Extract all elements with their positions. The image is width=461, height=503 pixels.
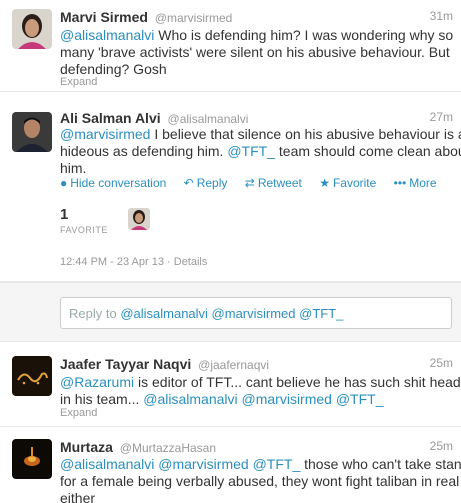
favoriter-avatar[interactable] <box>128 208 150 230</box>
tweet-marvi-sirmed[interactable]: Marvi Sirmed @marvisirmed 31m @alisalman… <box>0 0 461 92</box>
separator: · <box>167 256 174 268</box>
reply-icon: ↶ <box>183 176 194 190</box>
tweet-time[interactable]: 31m <box>430 9 453 23</box>
favorite-count[interactable]: 1 <box>60 206 260 223</box>
author-name[interactable]: Jaafer Tayyar Naqvi <box>60 356 191 372</box>
tweet-text-segment: defending? Gosh <box>60 61 167 77</box>
tweet-text-segment: those who can't take stand <box>300 456 461 472</box>
favorite-stats: 1 FAVORITE <box>60 206 260 236</box>
more-icon: ••• <box>393 176 407 190</box>
favorite-button[interactable]: ★ Favorite <box>319 176 376 190</box>
avatar[interactable] <box>12 112 52 152</box>
reply-button[interactable]: ↶ Reply <box>184 176 228 190</box>
reply-mentions: @alisalmanalvi @marvisirmed @TFT_ <box>120 306 344 321</box>
tweet-text-segment: many 'brave activists' were silent on hi… <box>60 44 450 60</box>
hide-conversation-button[interactable]: ● Hide conversation <box>60 176 166 190</box>
tweet-time[interactable]: 27m <box>430 110 453 124</box>
tweet-text-segment: him. <box>60 160 87 176</box>
tweet-text: @Razarumi is editor of TFT... cant belie… <box>60 374 461 408</box>
mention-link[interactable]: @Razarumi <box>60 374 134 390</box>
tweet-text-line: him. <box>60 160 451 177</box>
tweet-text-line: @alisalmanalvi @marvisirmed @TFT_ those … <box>60 456 461 473</box>
tweet-ali-salman-alvi[interactable]: Ali Salman Alvi @alisalmanalvi 27m @marv… <box>0 100 461 282</box>
reply-box-container: Reply to @alisalmanalvi @marvisirmed @TF… <box>0 282 461 342</box>
more-button[interactable]: ••• More <box>394 176 437 190</box>
details-link[interactable]: Details <box>174 256 208 268</box>
author-handle[interactable]: @alisalmanalvi <box>168 112 249 126</box>
reply-prefix: Reply to <box>69 306 121 321</box>
tweet-text-segment: Who is defending him? I was wondering wh… <box>154 27 454 43</box>
author-name[interactable]: Murtaza <box>60 439 113 455</box>
avatar[interactable] <box>12 439 52 479</box>
mention-link[interactable]: @alisalmanalvi @marvisirmed @TFT_ <box>143 391 383 407</box>
expand-link[interactable]: Expand <box>60 407 97 419</box>
author-handle[interactable]: @jaafernaqvi <box>198 358 269 372</box>
tweet-actions: ● Hide conversation ↶ Reply ⇄ Retweet ★ Favo… <box>60 176 451 190</box>
tweet-text-line: for a female being verbally abused, they… <box>60 473 461 490</box>
star-icon: ★ <box>319 176 330 190</box>
retweet-icon: ⇄ <box>244 176 255 190</box>
tweet-text-segment: I believe that silence on his abusive be… <box>150 126 461 142</box>
author-handle[interactable]: @MurtazzaHasan <box>120 441 216 455</box>
tweet-time[interactable]: 25m <box>430 356 453 370</box>
tweet-text-line: @marvisirmed I believe that silence on h… <box>60 126 461 143</box>
tweet-text: @alisalmanalvi Who is defending him? I w… <box>60 27 454 78</box>
tweet-text-line: @alisalmanalvi Who is defending him? I w… <box>60 27 454 44</box>
tweet-text-line: defending? Gosh <box>60 61 451 78</box>
tweet-text-line: many 'brave activists' were silent on hi… <box>60 44 451 61</box>
tweet-text-line: either <box>60 490 451 503</box>
author-name[interactable]: Marvi Sirmed <box>60 9 148 25</box>
expand-link[interactable]: Expand <box>60 76 97 88</box>
tweet-text-segment: either <box>60 490 96 503</box>
tweet-murtaza[interactable]: Murtaza @MurtazzaHasan 25m @alisalmanalv… <box>0 431 461 503</box>
mention-link[interactable]: @TFT_ <box>227 143 275 159</box>
author-name[interactable]: Ali Salman Alvi <box>60 110 161 126</box>
tweet-text-line: @Razarumi is editor of TFT... cant belie… <box>60 374 461 391</box>
tweet-text-segment: is editor of TFT... cant believe he has … <box>134 374 461 390</box>
avatar[interactable] <box>12 356 52 396</box>
avatar[interactable] <box>12 9 52 49</box>
reply-input[interactable]: Reply to @alisalmanalvi @marvisirmed @TF… <box>60 297 452 329</box>
favorite-label[interactable]: FAVORITE <box>60 225 260 235</box>
mention-link[interactable]: @alisalmanalvi @marvisirmed @TFT_ <box>60 456 300 472</box>
tweet-timestamp[interactable]: 12:44 PM - 23 Apr 13 <box>60 256 164 268</box>
mention-link[interactable]: @marvisirmed <box>60 126 150 142</box>
tweet-time[interactable]: 25m <box>430 439 453 453</box>
tweet-text-segment: for a female being verbally abused, they… <box>60 473 461 489</box>
tweet-text: @marvisirmed I believe that silence on h… <box>60 126 461 177</box>
retweet-button[interactable]: ⇄ Retweet <box>245 176 302 190</box>
tweet-text-line: hideous as defending him. @TFT_ team sho… <box>60 143 461 160</box>
mention-link[interactable]: @alisalmanalvi <box>60 27 154 43</box>
tweet-text-segment: in his team... <box>60 391 144 407</box>
conversation-icon: ● <box>60 176 68 190</box>
author-handle[interactable]: @marvisirmed <box>155 11 233 25</box>
tweet-text-segment: team should come clean about <box>275 143 461 159</box>
tweet-text-line: in his team... @alisalmanalvi @marvisirm… <box>60 391 451 408</box>
tweet-text-segment: hideous as defending him. <box>60 143 228 159</box>
tweet-text: @alisalmanalvi @marvisirmed @TFT_ those … <box>60 456 461 503</box>
tweet-jaafer-tayyar-naqvi[interactable]: Jaafer Tayyar Naqvi @jaafernaqvi 25m @Ra… <box>0 349 461 427</box>
